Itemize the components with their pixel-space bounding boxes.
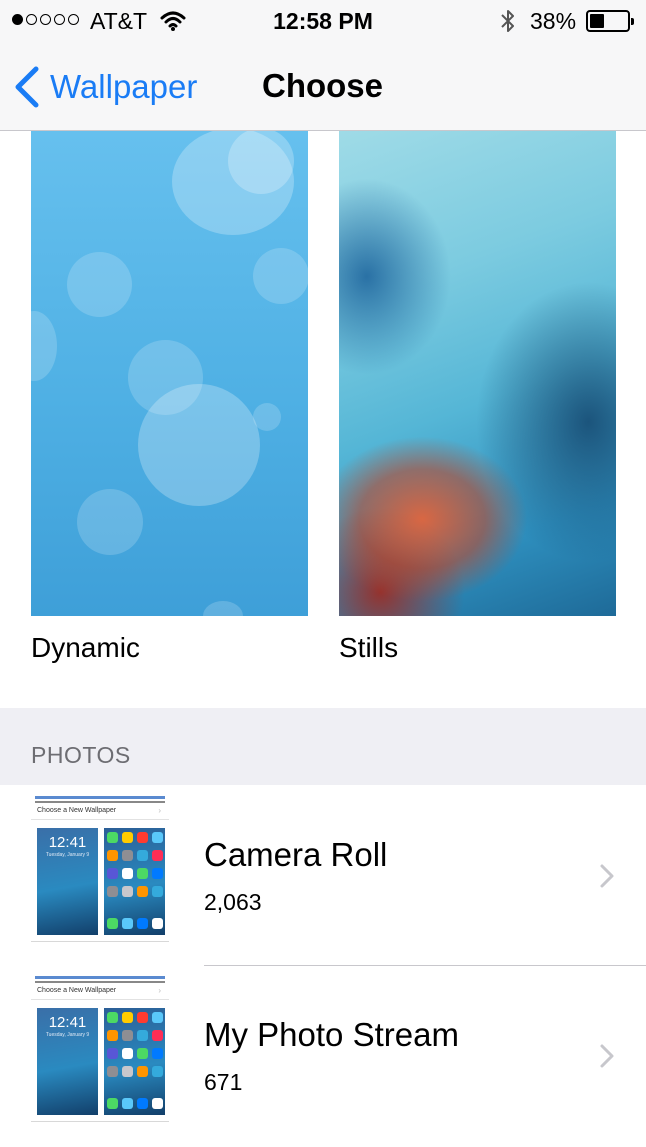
app-icon (107, 1066, 118, 1077)
back-label: Wallpaper (50, 68, 198, 105)
app-icon (152, 850, 163, 861)
dock-icon (152, 918, 163, 929)
album-count: 671 (204, 1069, 243, 1095)
app-icon (152, 886, 163, 897)
thumbnail-time: 12:41 (48, 834, 87, 851)
stills-wallpaper-tile[interactable] (339, 131, 616, 616)
album-thumbnail: Choose a New Wallpaper › 12:41 Tuesday, … (31, 976, 169, 1122)
app-icon (122, 1066, 133, 1077)
dock-icon (107, 1098, 118, 1109)
app-icon (152, 1066, 163, 1077)
home-screen-preview (104, 828, 165, 935)
app-icon (107, 832, 118, 843)
status-bar: AT&T 12:58 PM 38% (0, 0, 646, 42)
photos-section-header: PHOTOS (0, 708, 646, 785)
stills-label: Stills (339, 632, 399, 663)
battery-icon (586, 10, 634, 32)
section-title: PHOTOS (31, 742, 131, 768)
app-icon (122, 1012, 133, 1023)
album-name: Camera Roll (204, 836, 388, 873)
app-icon (152, 1048, 163, 1059)
app-icon (152, 868, 163, 879)
app-icon (137, 1012, 148, 1023)
app-icon (137, 832, 148, 843)
app-icon (107, 868, 118, 879)
album-name: My Photo Stream (204, 1016, 459, 1053)
dock-icon (137, 1098, 148, 1109)
dock-icon (137, 918, 148, 929)
app-icon (107, 850, 118, 861)
app-icon (137, 1030, 148, 1041)
app-icon (122, 868, 133, 879)
app-icon (122, 886, 133, 897)
app-icon (137, 1048, 148, 1059)
bluetooth-icon (499, 8, 517, 39)
album-row-camera-roll[interactable]: Choose a New Wallpaper › 12:41 Tuesday, … (0, 786, 646, 966)
back-chevron-icon (14, 66, 40, 108)
dock-icon (107, 918, 118, 929)
app-icon (122, 1048, 133, 1059)
app-icon (107, 1030, 118, 1041)
app-icon (137, 868, 148, 879)
chevron-right-icon (599, 1043, 615, 1074)
navigation-bar: Wallpaper Choose (0, 42, 646, 131)
app-icon (137, 850, 148, 861)
dock-icon (152, 1098, 163, 1109)
thumbnail-date: Tuesday, January 9 (45, 852, 90, 858)
dynamic-label: Dynamic (31, 632, 140, 663)
dynamic-wallpaper-tile[interactable] (31, 131, 308, 616)
app-icon (122, 1030, 133, 1041)
app-icon (107, 1048, 118, 1059)
back-button[interactable]: Wallpaper (14, 62, 197, 112)
album-count: 2,063 (204, 889, 262, 915)
lock-screen-preview: 12:41 Tuesday, January 9 (37, 828, 98, 935)
thumbnail-caption: Choose a New Wallpaper (37, 987, 117, 994)
app-icon (152, 1012, 163, 1023)
thumbnail-time: 12:41 (48, 1014, 87, 1031)
thumbnail-date: Tuesday, January 9 (45, 1032, 90, 1038)
chevron-right-icon (599, 863, 615, 894)
app-icon (107, 886, 118, 897)
home-screen-preview (104, 1008, 165, 1115)
thumbnail-caption: Choose a New Wallpaper (37, 807, 117, 814)
dock-icon (122, 918, 133, 929)
app-icon (122, 850, 133, 861)
app-icon (152, 1030, 163, 1041)
app-icon (137, 886, 148, 897)
app-icon (152, 832, 163, 843)
album-thumbnail: Choose a New Wallpaper › 12:41 Tuesday, … (31, 796, 169, 942)
lock-screen-preview: 12:41 Tuesday, January 9 (37, 1008, 98, 1115)
album-row-my-photo-stream[interactable]: Choose a New Wallpaper › 12:41 Tuesday, … (0, 966, 646, 1146)
app-icon (107, 1012, 118, 1023)
battery-percentage: 38% (530, 8, 577, 34)
app-icon (137, 1066, 148, 1077)
dock-icon (122, 1098, 133, 1109)
app-icon (122, 832, 133, 843)
page-title: Choose (262, 67, 384, 104)
